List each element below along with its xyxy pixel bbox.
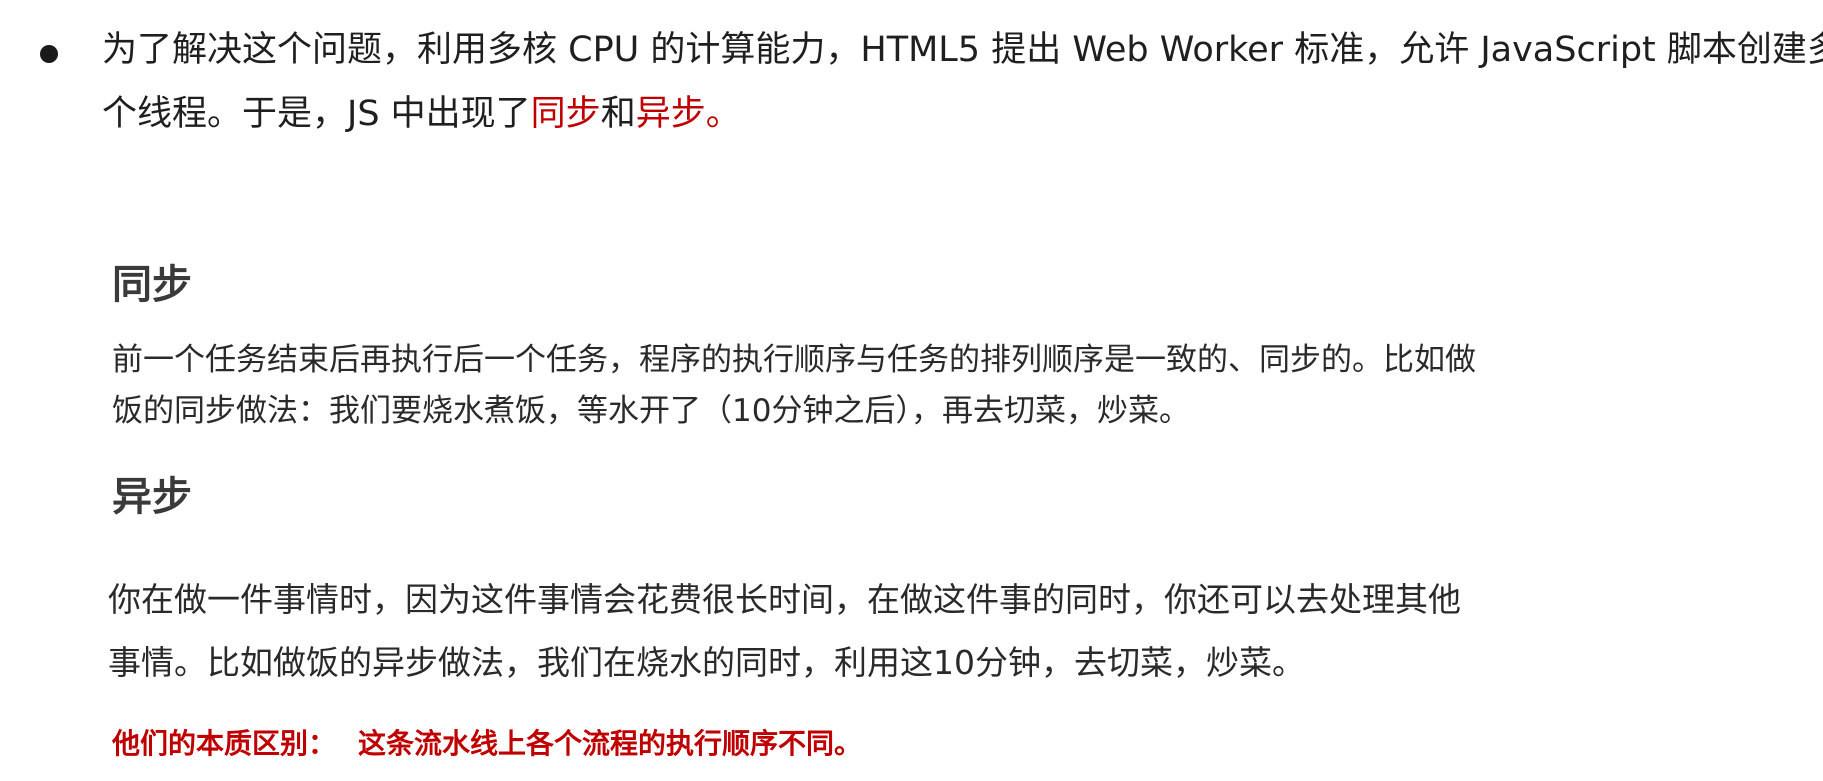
end-mark: 。 <box>705 94 741 134</box>
sync-line-2: 饭的同步做法：我们要烧水煮饭，等水开了（10分钟之后），再去切菜，炒菜。 <box>112 393 1190 429</box>
sync-line-1: 前一个任务结束后再执行后一个任务，程序的执行顺序与任务的排列顺序是一致的、同步的… <box>112 342 1476 378</box>
conclusion-text: 这条流水线上各个流程的执行顺序不同。 <box>358 727 863 760</box>
intro-line-2-prefix: 个线程。于是，JS 中出现了 <box>102 94 531 134</box>
intro-line-2: 个线程。于是，JS 中出现了同步和异步。 <box>102 82 1812 146</box>
async-paragraph: 你在做一件事情时，因为这件事情会花费很长时间，在做这件事的同时，你还可以去处理其… <box>108 568 1708 694</box>
async-heading: 异步 <box>112 474 192 520</box>
async-highlight: 异步 <box>635 94 706 134</box>
intro-line-1: 为了解决这个问题，利用多核 CPU 的计算能力，HTML5 提出 Web Wor… <box>102 30 1823 70</box>
async-line-2: 事情。比如做饭的异步做法，我们在烧水的同时，利用这10分钟，去切菜，炒菜。 <box>108 643 1305 682</box>
bullet-dot-icon <box>40 45 58 63</box>
conclusion-statement: 他们的本质区别： 这条流水线上各个流程的执行顺序不同。 <box>112 722 862 766</box>
intro-paragraph: 为了解决这个问题，利用多核 CPU 的计算能力，HTML5 提出 Web Wor… <box>102 18 1823 146</box>
and-word: 和 <box>600 94 636 134</box>
sync-highlight: 同步 <box>530 94 601 134</box>
conclusion-label: 他们的本质区别： <box>112 727 337 760</box>
async-line-1: 你在做一件事情时，因为这件事情会花费很长时间，在做这件事的同时，你还可以去处理其… <box>108 580 1461 619</box>
sync-heading: 同步 <box>112 262 192 308</box>
sync-paragraph: 前一个任务结束后再执行后一个任务，程序的执行顺序与任务的排列顺序是一致的、同步的… <box>112 335 1712 437</box>
